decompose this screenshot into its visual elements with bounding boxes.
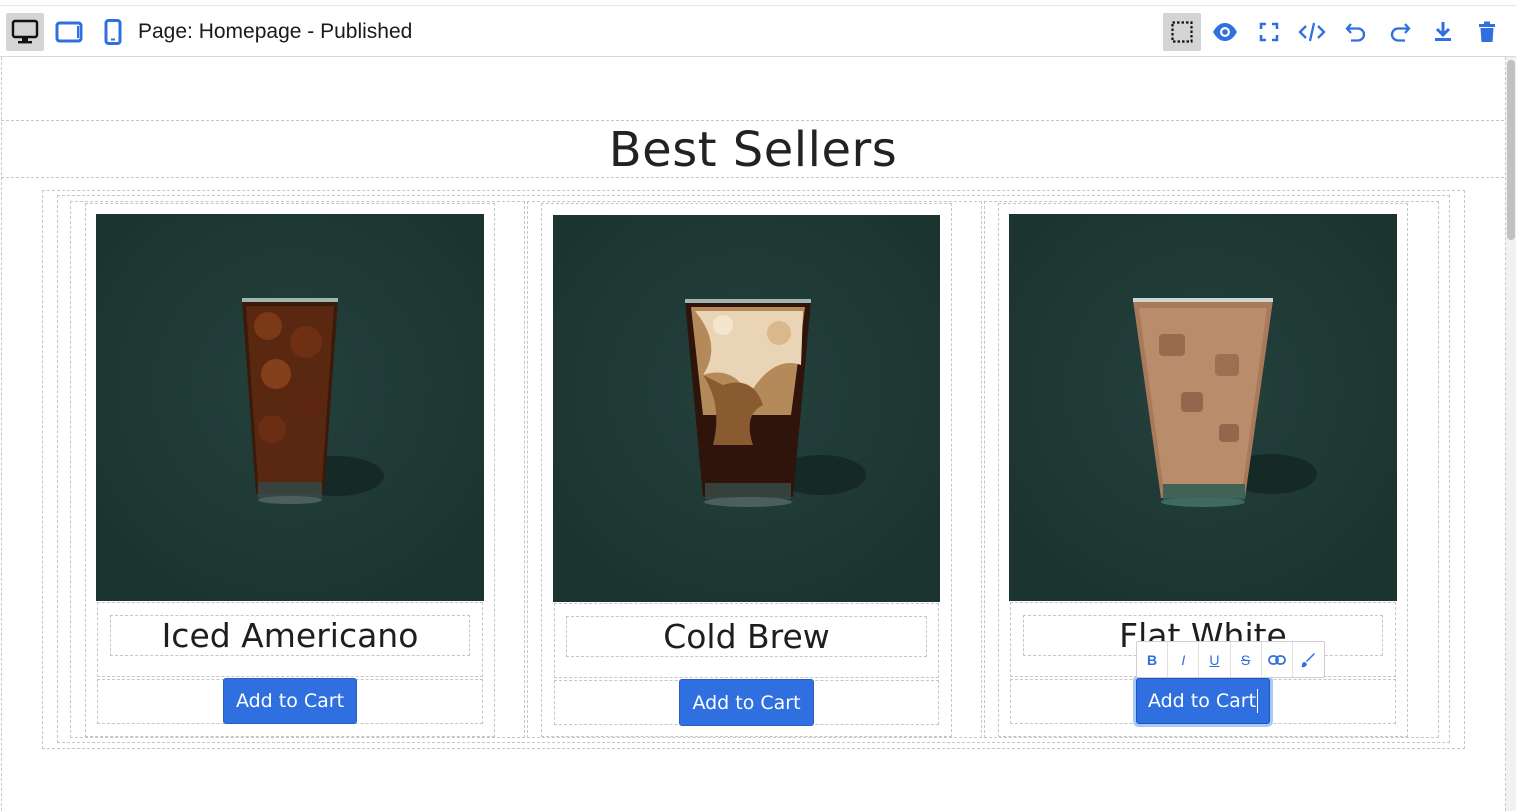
desktop-icon: [11, 19, 39, 44]
editor-toolbar: Page: Homepage - Published: [0, 5, 1516, 57]
desktop-view-button[interactable]: [6, 13, 44, 51]
cold-brew-image[interactable]: [553, 215, 940, 602]
rich-text-toolbar: B I U S: [1136, 641, 1325, 678]
mobile-icon: [104, 19, 122, 45]
link-button[interactable]: [1262, 642, 1293, 677]
tablet-view-button[interactable]: [50, 13, 88, 51]
redo-icon: [1390, 23, 1411, 42]
download-button[interactable]: [1424, 13, 1462, 51]
iced-americano-image[interactable]: [96, 214, 484, 601]
dashed-square-icon: [1171, 21, 1193, 43]
underline-button[interactable]: U: [1199, 642, 1231, 677]
bold-button[interactable]: B: [1137, 642, 1169, 677]
add-to-cart-button-selected[interactable]: Add to Cart: [1136, 678, 1270, 724]
section-title[interactable]: Best Sellers: [0, 122, 1506, 178]
product-name[interactable]: Cold Brew: [566, 616, 927, 657]
download-icon: [1435, 22, 1451, 41]
fullscreen-button[interactable]: [1250, 13, 1288, 51]
iced-americano-graphic: [96, 214, 484, 601]
trash-icon: [1479, 21, 1495, 42]
code-button[interactable]: [1293, 13, 1331, 51]
strikethrough-button[interactable]: S: [1231, 642, 1262, 677]
italic-button[interactable]: I: [1168, 642, 1200, 677]
link-icon: [1267, 654, 1286, 665]
product-name[interactable]: Iced Americano: [110, 615, 470, 656]
undo-icon: [1345, 23, 1366, 42]
add-to-cart-label: Add to Cart: [1147, 690, 1257, 712]
preview-button[interactable]: [1206, 13, 1244, 51]
flat-white-graphic: [1009, 214, 1397, 601]
eye-icon: [1213, 23, 1237, 41]
show-borders-button[interactable]: [1163, 13, 1201, 51]
flat-white-image[interactable]: [1009, 214, 1397, 601]
tablet-icon: [55, 21, 83, 43]
brush-icon: [1301, 652, 1316, 667]
mobile-view-button[interactable]: [94, 13, 132, 51]
code-icon: [1298, 22, 1326, 42]
delete-button[interactable]: [1468, 13, 1506, 51]
undo-button[interactable]: [1337, 13, 1375, 51]
fullscreen-icon: [1259, 22, 1279, 42]
canvas-scrollbar-thumb[interactable]: [1507, 60, 1515, 240]
cold-brew-graphic: [553, 215, 940, 602]
add-to-cart-button[interactable]: Add to Cart: [679, 679, 814, 726]
page-title: Page: Homepage - Published: [138, 20, 413, 43]
text-caret: [1257, 689, 1259, 713]
add-to-cart-button[interactable]: Add to Cart: [223, 678, 357, 724]
style-button[interactable]: [1293, 642, 1324, 677]
redo-button[interactable]: [1381, 13, 1419, 51]
